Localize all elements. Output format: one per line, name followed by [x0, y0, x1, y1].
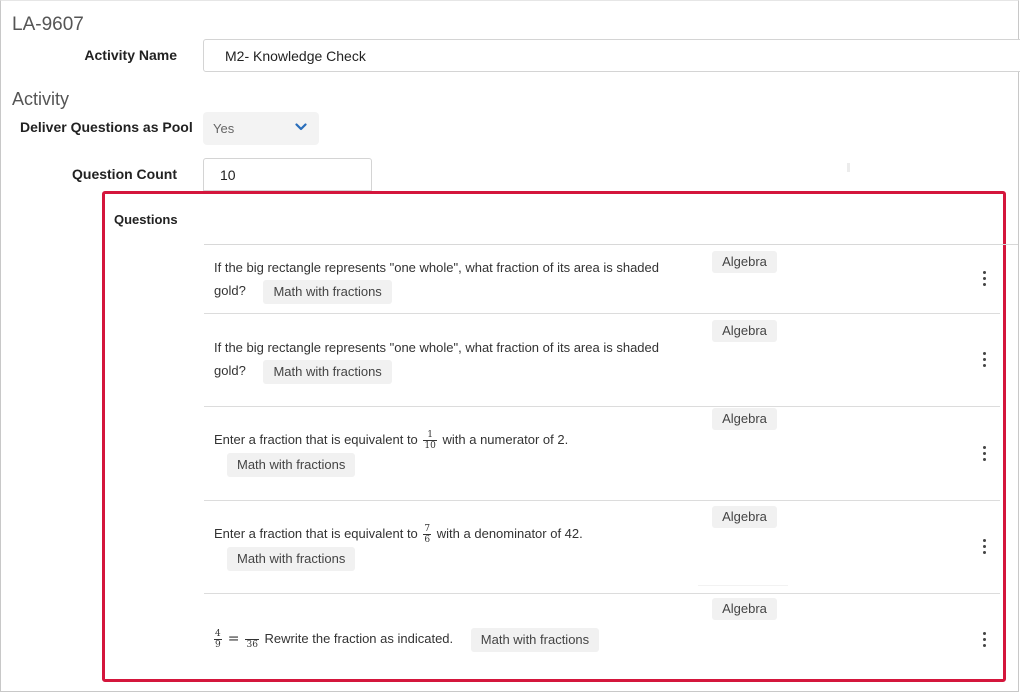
kebab-menu-icon[interactable]: [980, 352, 990, 368]
question-row[interactable]: Enter a fraction that is equivalent to 1…: [204, 407, 1000, 501]
fraction: 1 10: [423, 430, 437, 452]
activity-name-input[interactable]: [203, 39, 1020, 72]
question-count-label: Question Count: [72, 166, 177, 182]
category-tag: Algebra: [712, 251, 777, 273]
topic-tag: Math with fractions: [227, 452, 356, 477]
divider: [698, 585, 788, 586]
topic-tag: Math with fractions: [263, 359, 392, 384]
category-tag: Algebra: [712, 598, 777, 620]
question-prompt-suffix: with a denominator of 42.: [436, 526, 583, 541]
topic-tag: Math with fractions: [263, 279, 392, 304]
chevron-down-icon: [295, 123, 307, 131]
topic-tag: Math with fractions: [227, 546, 356, 571]
kebab-menu-icon[interactable]: [980, 271, 990, 287]
deliver-pool-selected-value: Yes: [213, 121, 235, 136]
question-prompt: Enter a fraction that is equivalent to: [214, 526, 418, 541]
question-prompt-suffix: Rewrite the fraction as indicated.: [264, 631, 454, 646]
question-row[interactable]: If the big rectangle represents "one who…: [204, 245, 1000, 314]
question-row[interactable]: 4 9 = 36 Rewrite the fraction as indicated.…: [204, 594, 1000, 678]
question-count-input[interactable]: [203, 158, 372, 191]
topic-tag: Math with fractions: [470, 627, 600, 652]
question-text: If the big rectangle represents "one who…: [214, 336, 684, 384]
deliver-pool-select[interactable]: Yes: [203, 112, 319, 145]
deliver-pool-label: Deliver Questions as Pool: [20, 119, 193, 135]
category-tag: Algebra: [712, 408, 777, 430]
section-title: Activity: [12, 89, 70, 109]
question-text: Enter a fraction that is equivalent to 1…: [214, 428, 684, 477]
question-text: Enter a fraction that is equivalent to 7…: [214, 522, 684, 571]
kebab-menu-icon[interactable]: [980, 632, 990, 648]
page-id-heading: LA-9607: [12, 14, 84, 35]
fraction: 76: [423, 524, 432, 546]
question-prompt: Enter a fraction that is equivalent to: [214, 432, 418, 447]
question-text: If the big rectangle represents "one who…: [214, 256, 684, 304]
category-tag: Algebra: [712, 506, 777, 528]
fraction: 49: [214, 629, 222, 651]
question-text: 4 9 = 36 Rewrite the fraction as indicated.…: [214, 627, 734, 652]
questions-label: Questions: [114, 212, 178, 227]
category-tag: Algebra: [712, 320, 777, 342]
question-row[interactable]: Enter a fraction that is equivalent to 7…: [204, 501, 1000, 594]
equals-sign: =: [227, 631, 240, 647]
question-row[interactable]: If the big rectangle represents "one who…: [204, 314, 1000, 407]
question-prompt-suffix: with a numerator of 2.: [442, 432, 569, 447]
activity-name-label: Activity Name: [84, 47, 177, 63]
kebab-menu-icon[interactable]: [980, 539, 990, 555]
scroll-marker: [847, 163, 850, 172]
fraction: 36: [245, 629, 259, 650]
kebab-menu-icon[interactable]: [980, 446, 990, 462]
